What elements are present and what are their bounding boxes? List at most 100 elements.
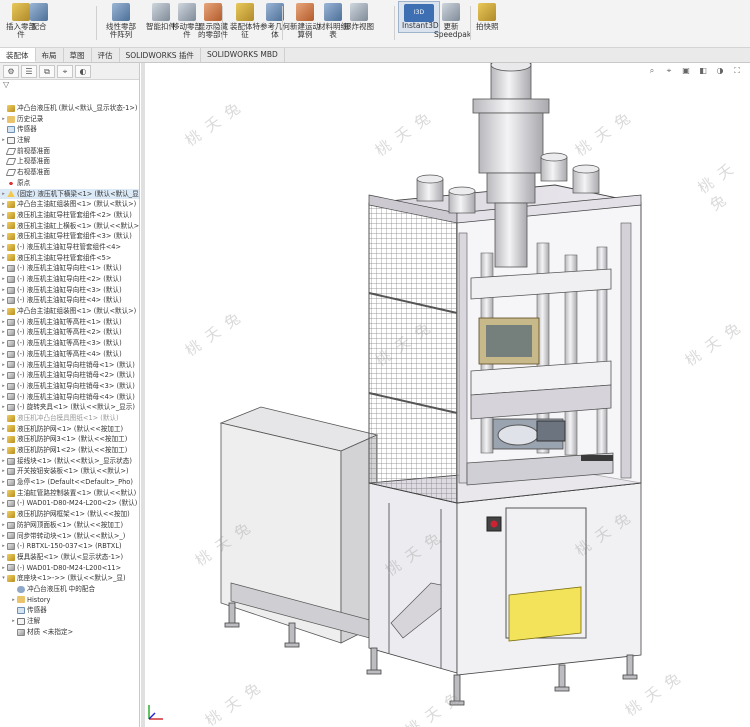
expand-arrow-icon[interactable]: ▸ <box>0 327 7 338</box>
tab-1[interactable]: 布局 <box>36 48 64 62</box>
display-manager-tab-icon[interactable]: ◐ <box>75 64 91 78</box>
tree-item[interactable]: ▸ (-) 旋转夹具<1> (默认<<默认>_显示) <box>0 402 139 413</box>
tree-item[interactable]: ▸ 注解 <box>0 135 139 146</box>
tree-item[interactable]: ▸ 液压机主油缸导柱管套组件<2> (默认) <box>0 210 139 221</box>
expand-arrow-icon[interactable]: ▸ <box>0 360 7 371</box>
tree-item[interactable]: 传感器 <box>0 124 139 135</box>
tab-5[interactable]: SOLIDWORKS MBD <box>201 48 285 62</box>
tree-item[interactable]: ▸ 历史记录 <box>0 114 139 125</box>
dimxpert-tab-icon[interactable]: ⌖ <box>57 64 73 78</box>
tree-item[interactable]: ▸ (-) RBTXL-150-037<1> (RBTXL) <box>0 541 139 552</box>
tree-item[interactable]: ▸ 模具装配<1> (默认<显示状态-1>) <box>0 552 139 563</box>
tree-item[interactable]: 前视基准面 <box>0 146 139 157</box>
tree-item[interactable]: ▸ (-) 液压机主油缸导向柱销母<2> (默认) <box>0 370 139 381</box>
expand-arrow-icon[interactable]: ▸ <box>0 221 7 232</box>
expand-arrow-icon[interactable]: ▸ <box>0 338 7 349</box>
expand-arrow-icon[interactable]: ▸ <box>0 477 7 488</box>
expand-arrow-icon[interactable]: ▸ <box>0 456 7 467</box>
expand-arrow-icon[interactable]: ▸ <box>10 595 17 606</box>
tree-item[interactable]: ▸ 液压机防护网<1> (默认<<按加工) <box>0 424 139 435</box>
tab-4[interactable]: SOLIDWORKS 插件 <box>120 48 201 62</box>
expand-arrow-icon[interactable]: ▸ <box>0 498 7 509</box>
tree-item[interactable]: ▸ (固定) 液压机下横梁<1> (默认<默认_显示状态>) <box>0 188 139 200</box>
expand-arrow-icon[interactable]: ▸ <box>0 509 7 520</box>
expand-arrow-icon[interactable]: ▸ <box>0 552 7 563</box>
expand-arrow-icon[interactable]: ▸ <box>0 531 7 542</box>
ribbon-button-show-hidden[interactable]: 显示隐藏的零部件 <box>196 3 230 39</box>
expand-arrow-icon[interactable]: ▸ <box>0 242 7 253</box>
expand-arrow-icon[interactable]: ▸ <box>0 295 7 306</box>
expand-arrow-icon[interactable]: ▸ <box>0 370 7 381</box>
expand-arrow-icon[interactable]: ▸ <box>0 253 7 264</box>
graphics-area[interactable]: ⌕ ⌖ ▣ ◧ ◑ ⛶ 桃 夭 兔 桃 夭 兔 桃 夭 兔 桃 夭 兔 桃 夭 … <box>141 63 750 727</box>
tree-item[interactable]: ▸ (-) 液压机主油缸导向柱销母<1> (默认) <box>0 360 139 371</box>
tree-item[interactable]: ▸ (-) 液压机主油缸导向柱销母<4> (默认) <box>0 392 139 403</box>
expand-arrow-icon[interactable]: ▸ <box>0 424 7 435</box>
tab-0[interactable]: 装配体 <box>0 48 36 62</box>
tree-item[interactable]: ▾ 底座块<1>->> (默认<<默认>_显) <box>0 573 139 584</box>
tree-item[interactable]: ▸ 开关按钮安装板<1> (默认<<默认>) <box>0 466 139 477</box>
tree-item[interactable]: 液压机冲凸台模具图纸<1> (默认) <box>0 413 139 424</box>
tree-item[interactable]: ▸ (-) 液压机主油缸导向柱<4> (默认) <box>0 295 139 306</box>
expand-arrow-icon[interactable]: ▸ <box>0 563 7 574</box>
expand-arrow-icon[interactable]: ▸ <box>0 199 7 210</box>
expand-arrow-icon[interactable]: ▸ <box>0 231 7 242</box>
expand-arrow-icon[interactable]: ▸ <box>0 114 7 125</box>
tab-2[interactable]: 草图 <box>64 48 92 62</box>
tree-item[interactable]: ▸ (-) 液压机主油缸导向柱<3> (默认) <box>0 285 139 296</box>
expand-arrow-icon[interactable]: ▸ <box>0 306 7 317</box>
tree-item[interactable]: 冲凸台液压机 中的配合 <box>0 584 139 595</box>
tree-item[interactable]: 传感器 <box>0 605 139 616</box>
tree-item[interactable]: ▸ 液压机主油缸导柱管套组件<5> <box>0 253 139 264</box>
tree-item[interactable]: ▸ History <box>0 595 139 606</box>
feature-manager-tab-icon[interactable]: ⚙ <box>3 64 19 78</box>
expand-arrow-icon[interactable]: ▸ <box>0 434 7 445</box>
expand-arrow-icon[interactable]: ▸ <box>0 520 7 531</box>
expand-arrow-icon[interactable]: ▸ <box>0 263 7 274</box>
tree-item[interactable]: ▸ (-) 液压机主油缸等高柱<1> (默认) <box>0 317 139 328</box>
ribbon-button-exploded-view[interactable]: 爆炸视图 <box>344 3 374 31</box>
tree-item[interactable]: 材质 <未指定> <box>0 627 139 638</box>
tree-item[interactable]: 上视基准面 <box>0 156 139 167</box>
expand-arrow-icon[interactable]: ▸ <box>0 210 7 221</box>
tree-item[interactable]: ▸ (-) 液压机主油缸导柱管套组件<4> <box>0 242 139 253</box>
ribbon-button-mate[interactable]: 配合 <box>30 3 48 31</box>
tree-item[interactable]: ▸ 液压机防护网3<1> (默认<<按加工) <box>0 434 139 445</box>
ribbon-button-reference-geometry[interactable]: 参考几何体 <box>258 3 292 39</box>
tree-item[interactable]: ▸ 急停<1> (Default<<Default>_Pho) <box>0 477 139 488</box>
configuration-manager-tab-icon[interactable]: ⧉ <box>39 64 55 78</box>
ribbon-button-assembly-feature[interactable]: 装配体特征 <box>228 3 262 39</box>
press-model[interactable] <box>141 63 750 727</box>
expand-arrow-icon[interactable]: ▸ <box>0 189 7 200</box>
tree-item[interactable]: 冲凸台液压机 (默认<默认_显示状态-1>) <box>0 103 139 114</box>
ribbon-button-linear-pattern[interactable]: 线性零部件阵列 <box>104 3 138 39</box>
property-manager-tab-icon[interactable]: ☰ <box>21 64 37 78</box>
tree-item[interactable]: ▸ 冲凸台主油缸组装图<1> (默认<默认>) <box>0 199 139 210</box>
expand-arrow-icon[interactable]: ▸ <box>0 274 7 285</box>
tree-item[interactable]: ▸ (-) WAD01-D80-M24-L200<11> <box>0 563 139 574</box>
expand-arrow-icon[interactable]: ▸ <box>0 392 7 403</box>
tree-item[interactable]: ▸ 接线块<1> (默认<<默认>_显示状态) <box>0 456 139 467</box>
tree-item[interactable]: ▸ (-) 液压机主油缸导向柱<1> (默认) <box>0 263 139 274</box>
filter-icon[interactable]: ▽ <box>0 80 139 90</box>
tree-item[interactable]: ▸ 液压机主油缸上横板<1> (默认<<默认>) <box>0 221 139 232</box>
expand-arrow-icon[interactable]: ▸ <box>10 616 17 627</box>
expand-arrow-icon[interactable]: ▸ <box>0 349 7 360</box>
expand-arrow-icon[interactable]: ▸ <box>0 285 7 296</box>
expand-arrow-icon[interactable]: ▾ <box>0 573 7 584</box>
tree-item[interactable]: ▸ 冲凸台主油缸组装图<1> (默认<默认>) <box>0 306 139 317</box>
expand-arrow-icon[interactable]: ▸ <box>0 317 7 328</box>
tree-item[interactable]: ▸ (-) 液压机主油缸等高柱<3> (默认) <box>0 338 139 349</box>
tree-item[interactable]: ▸ (-) 液压机主油缸导向柱<2> (默认) <box>0 274 139 285</box>
expand-arrow-icon[interactable]: ▸ <box>0 381 7 392</box>
tree-item[interactable]: ▸ 主油缸管路控制装置<1> (默认<<默认) <box>0 488 139 499</box>
tree-item[interactable]: ▸ (-) 液压机主油缸等高柱<4> (默认) <box>0 349 139 360</box>
ribbon-button-speedpak[interactable]: 更新Speedpak <box>434 3 471 39</box>
expand-arrow-icon[interactable]: ▸ <box>0 135 7 146</box>
tree-item[interactable]: ▸ (-) WAD01-D80-M24-L200<2> (默认) <box>0 498 139 509</box>
expand-arrow-icon[interactable]: ▸ <box>0 488 7 499</box>
tree-item[interactable]: 原点 <box>0 178 139 189</box>
tree-item[interactable]: ▸ 液压机防护网1<2> (默认<<按加工) <box>0 445 139 456</box>
tree-item[interactable]: 右视基准面 <box>0 167 139 178</box>
expand-arrow-icon[interactable]: ▸ <box>0 541 7 552</box>
